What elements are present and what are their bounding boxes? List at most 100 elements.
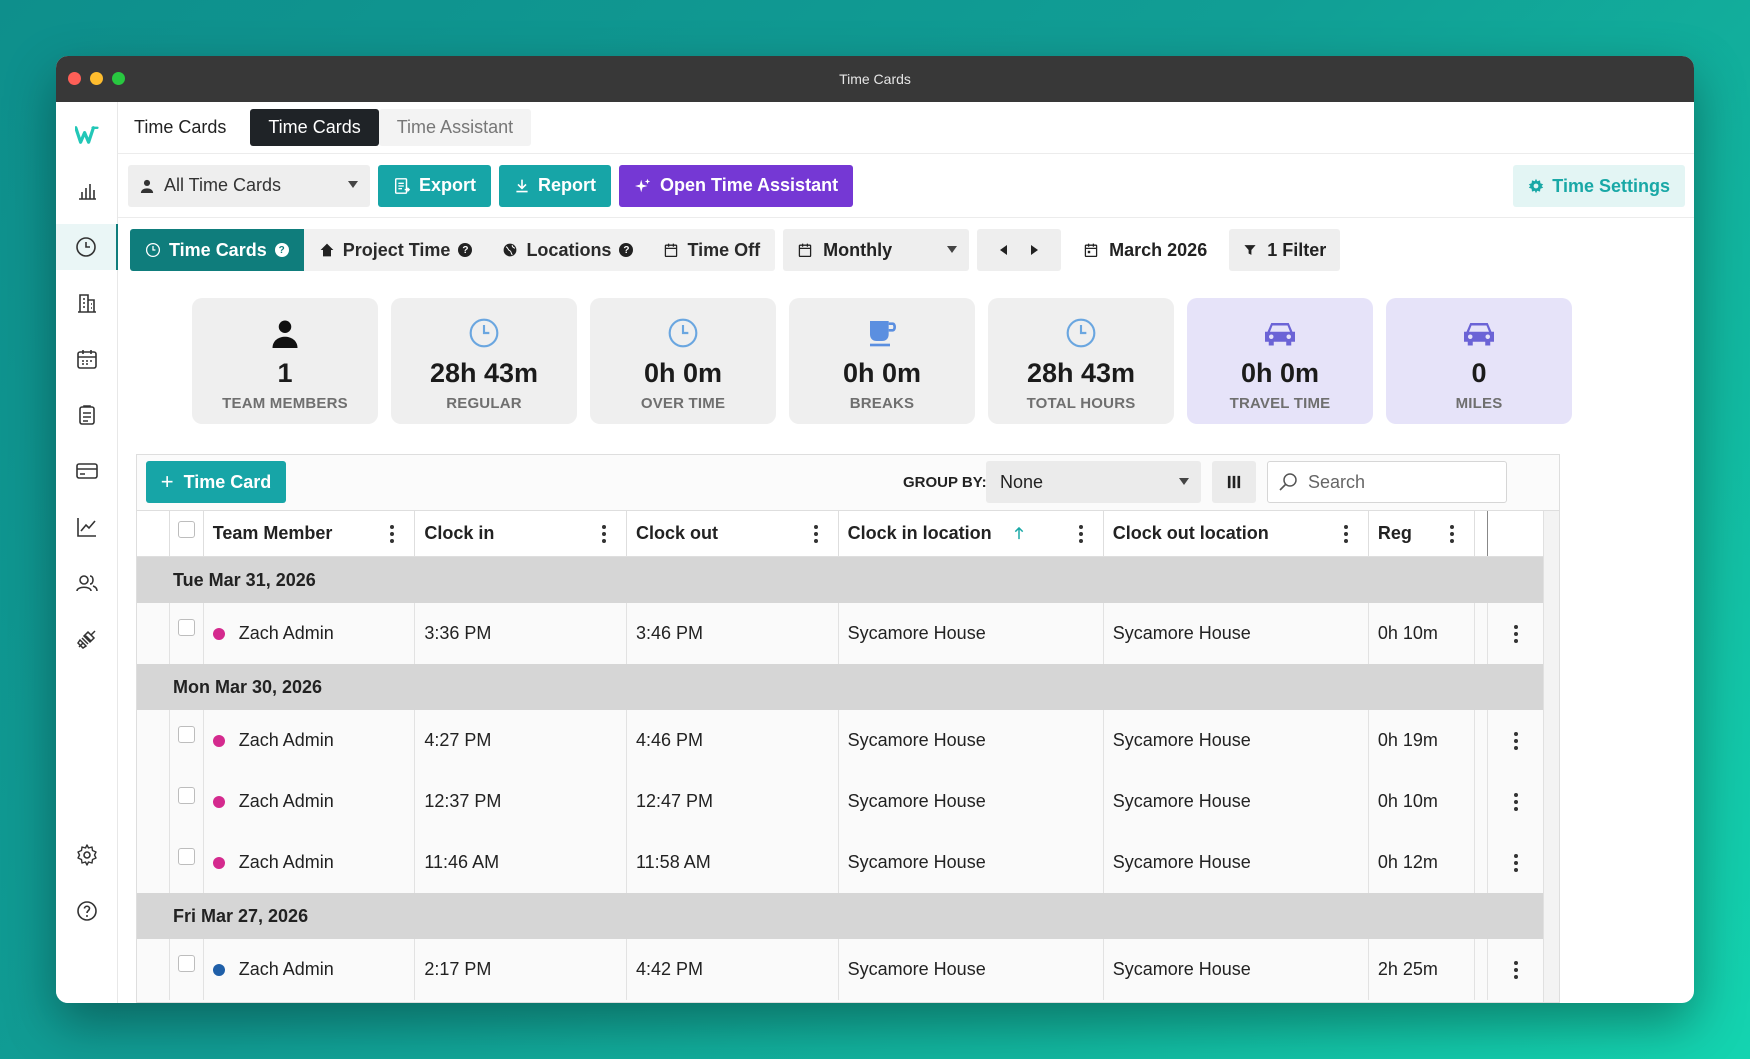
export-button[interactable]: Export (378, 164, 492, 207)
table-row[interactable]: Zach Admin 4:27 PM 4:46 PM Sycamore Hous… (137, 710, 1545, 771)
search-icon (1279, 473, 1297, 491)
next-period-button[interactable] (1031, 245, 1039, 255)
view-select[interactable]: All Time Cards (128, 164, 370, 207)
date-picker[interactable]: March 2026 (1069, 229, 1221, 271)
column-menu-icon[interactable] (602, 525, 606, 543)
segment-locations[interactable]: Locations ? (487, 229, 649, 271)
window-controls (68, 72, 125, 85)
tab-time-cards[interactable]: Time Cards (250, 109, 379, 146)
header-clock-out[interactable]: Clock out (627, 511, 839, 556)
group-by-select[interactable]: None (986, 461, 1201, 503)
sidebar-item-integrations[interactable] (56, 616, 118, 662)
sidebar-item-help[interactable] (56, 888, 118, 934)
cell-clock-out: 11:58 AM (627, 832, 839, 893)
filter-button[interactable]: 1 Filter (1229, 229, 1341, 271)
stat-card-miles: 0 MILES (1386, 298, 1572, 424)
help-icon (77, 901, 97, 921)
cell-team-member: Zach Admin (204, 939, 416, 1000)
row-menu-icon[interactable] (1513, 731, 1518, 750)
credit-card-icon (76, 463, 98, 479)
segment-time-off[interactable]: Time Off (648, 229, 776, 271)
add-time-card-label: Time Card (183, 471, 272, 492)
row-checkbox[interactable] (177, 787, 195, 804)
previous-period-button[interactable] (1000, 245, 1008, 255)
cell-overflow (1475, 939, 1488, 1000)
sidebar-item-tasks[interactable] (56, 392, 118, 438)
row-menu-icon[interactable] (1513, 624, 1518, 643)
cell-clock-in: 3:36 PM (415, 603, 627, 664)
row-spacer (137, 771, 170, 832)
export-icon (394, 177, 411, 194)
row-menu-icon[interactable] (1513, 853, 1518, 872)
cell-clock-in-location: Sycamore House (839, 939, 1104, 1000)
tab-time-assistant[interactable]: Time Assistant (378, 109, 532, 146)
sidebar-item-reports[interactable] (56, 168, 118, 214)
row-select-cell (170, 832, 204, 893)
table-row[interactable]: Zach Admin 2:17 PM 4:42 PM Sycamore Hous… (137, 939, 1545, 1000)
row-spacer (137, 939, 170, 1000)
minimize-window-button[interactable] (90, 72, 103, 85)
stat-value: 28h 43m (429, 358, 539, 388)
open-time-assistant-button[interactable]: Open Time Assistant (619, 164, 854, 207)
period-select[interactable]: Monthly (783, 229, 970, 271)
table-scrollbar[interactable] (1543, 511, 1559, 1002)
sidebar-item-billing[interactable] (56, 448, 118, 494)
row-menu-icon[interactable] (1513, 960, 1518, 979)
help-badge-icon[interactable]: ? (619, 243, 634, 257)
report-label: Report (538, 175, 597, 195)
sidebar-item-analytics[interactable] (56, 504, 118, 550)
date-group-header: Fri Mar 27, 2026 (137, 893, 1545, 939)
cell-reg: 0h 19m (1369, 710, 1475, 771)
column-menu-icon[interactable] (390, 525, 395, 543)
report-button[interactable]: Report (499, 164, 612, 207)
stat-label: MILES (1455, 395, 1503, 412)
cell-clock-in-location: Sycamore House (839, 603, 1104, 664)
help-badge-icon[interactable]: ? (274, 243, 289, 257)
row-checkbox[interactable] (177, 848, 195, 865)
row-checkbox[interactable] (177, 955, 195, 972)
header-label: Team Member (212, 523, 333, 543)
header-clock-in[interactable]: Clock in (415, 511, 627, 556)
segment-project-time[interactable]: Project Time ? (303, 229, 488, 271)
home-icon (320, 243, 334, 257)
sort-ascending-icon[interactable] (1014, 527, 1024, 540)
row-actions-cell (1488, 832, 1545, 893)
row-menu-icon[interactable] (1513, 792, 1518, 811)
search-input[interactable] (1308, 471, 1488, 493)
column-menu-icon[interactable] (1078, 525, 1083, 543)
clock-icon (469, 318, 499, 348)
table-row[interactable]: Zach Admin 12:37 PM 12:47 PM Sycamore Ho… (137, 771, 1545, 832)
select-all-checkbox[interactable] (177, 521, 195, 538)
table-row[interactable]: Zach Admin 3:36 PM 3:46 PM Sycamore Hous… (137, 603, 1545, 664)
sidebar-item-team[interactable] (56, 560, 118, 606)
column-menu-icon[interactable] (1449, 525, 1454, 543)
maximize-window-button[interactable] (112, 72, 125, 85)
cell-reg: 2h 25m (1369, 939, 1475, 1000)
add-time-card-button[interactable]: + Time Card (146, 461, 286, 503)
row-checkbox[interactable] (177, 619, 195, 636)
table-row[interactable]: Zach Admin 11:46 AM 11:58 AM Sycamore Ho… (137, 832, 1545, 893)
cell-clock-in-location: Sycamore House (839, 832, 1104, 893)
segment-time-cards[interactable]: Time Cards ? (130, 229, 304, 271)
segment-time-off-label: Time Off (687, 239, 761, 260)
header-clock-in-location[interactable]: Clock in location (839, 511, 1104, 556)
time-settings-button[interactable]: Time Settings (1513, 165, 1685, 207)
table-toolbar: + Time Card GROUP BY: None (137, 455, 1559, 511)
row-checkbox[interactable] (177, 726, 195, 743)
column-menu-icon[interactable] (813, 525, 818, 543)
help-badge-icon[interactable]: ? (458, 243, 473, 257)
sidebar-item-buildings[interactable] (56, 280, 118, 326)
view-select-value: All Time Cards (164, 175, 282, 195)
close-window-button[interactable] (68, 72, 81, 85)
app-window: Time Cards Time Cards Time Cards Time As… (56, 56, 1694, 1003)
column-menu-icon[interactable] (1343, 525, 1348, 543)
sidebar-item-settings[interactable] (56, 832, 118, 878)
app-logo[interactable] (56, 112, 118, 158)
header-team-member[interactable]: Team Member (204, 511, 416, 556)
columns-button[interactable] (1212, 461, 1256, 503)
search-box[interactable] (1267, 461, 1507, 503)
stat-card-over-time: 0h 0m OVER TIME (590, 298, 776, 424)
sidebar-item-calendar[interactable] (56, 336, 118, 382)
header-clock-out-location[interactable]: Clock out location (1104, 511, 1369, 556)
header-reg[interactable]: Reg (1369, 511, 1475, 556)
